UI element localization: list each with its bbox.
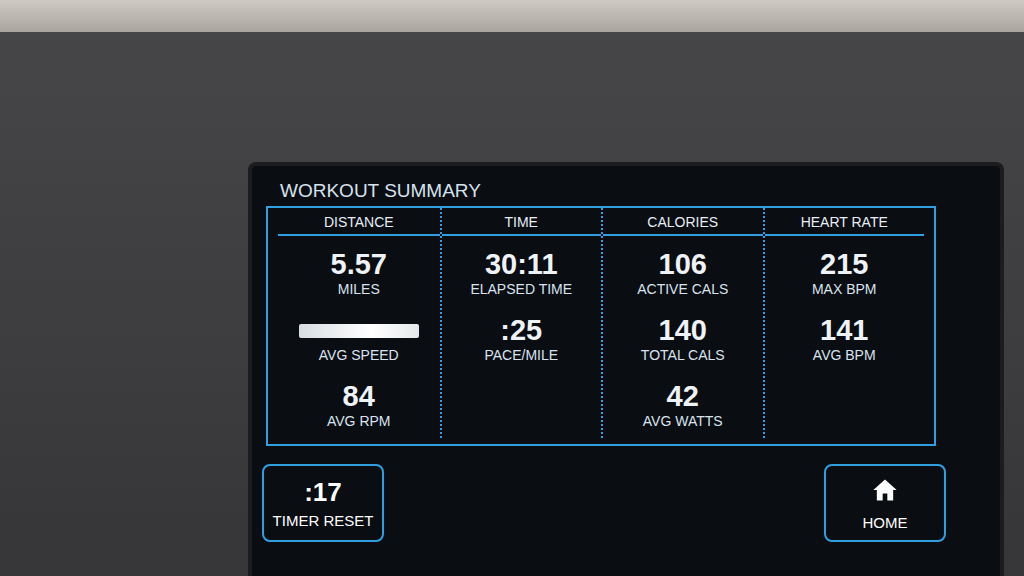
timer-value: :17 <box>304 477 342 508</box>
metric: 84AVG RPM <box>327 372 391 438</box>
button-label: HOME <box>863 514 908 531</box>
metric-label: AVG SPEED <box>319 347 399 363</box>
metric-value: 141 <box>820 315 868 347</box>
summary-column: CALORIES106ACTIVE CALS140TOTAL CALS42AVG… <box>601 208 763 438</box>
metric: 30:11ELAPSED TIME <box>470 240 572 306</box>
metric-label: MAX BPM <box>812 281 877 297</box>
metric-label: AVG WATTS <box>643 413 723 429</box>
column-header: DISTANCE <box>278 208 440 236</box>
metric: 42AVG WATTS <box>643 372 723 438</box>
metric-value: 5.57 <box>331 249 387 281</box>
action-row: :17 TIMER RESET HOME <box>266 464 986 542</box>
summary-column: DISTANCE 5.57MILES AVG SPEED 84AVG RPM <box>278 208 440 438</box>
machine-console: WORKOUT SUMMARY DISTANCE 5.57MILES AVG SPEE… <box>0 0 1024 576</box>
glare <box>299 324 419 338</box>
metric: 141AVG BPM <box>813 306 876 372</box>
timer-reset-button[interactable]: :17 TIMER RESET <box>262 464 384 542</box>
metric-value: 30:11 <box>485 249 558 281</box>
metric-label: AVG RPM <box>327 413 391 429</box>
metric-value: 84 <box>343 381 375 413</box>
metric-label: PACE/MILE <box>484 347 558 363</box>
column-header: HEART RATE <box>765 208 925 236</box>
column-header: TIME <box>442 208 602 236</box>
console-bezel: WORKOUT SUMMARY DISTANCE 5.57MILES AVG SPEE… <box>0 32 1024 576</box>
metric: 5.57MILES <box>331 240 387 306</box>
home-button[interactable]: HOME <box>824 464 946 542</box>
workout-screen: WORKOUT SUMMARY DISTANCE 5.57MILES AVG SPEE… <box>248 162 1004 576</box>
button-label: TIMER RESET <box>273 512 374 529</box>
metric: 140TOTAL CALS <box>641 306 725 372</box>
metric: 215MAX BPM <box>812 240 877 306</box>
metric: 106ACTIVE CALS <box>637 240 728 306</box>
summary-column: TIME30:11ELAPSED TIME:25PACE/MILE <box>440 208 602 438</box>
summary-column: HEART RATE215MAX BPM141AVG BPM <box>763 208 925 438</box>
screen-title: WORKOUT SUMMARY <box>266 180 986 202</box>
column-header: CALORIES <box>603 208 763 236</box>
metric-value: 140 <box>659 315 707 347</box>
metric-label: AVG BPM <box>813 347 876 363</box>
metric-value: 42 <box>667 381 699 413</box>
metric-label: ACTIVE CALS <box>637 281 728 297</box>
house-icon <box>871 476 899 504</box>
metric: :25PACE/MILE <box>484 306 558 372</box>
metric-label: TOTAL CALS <box>641 347 725 363</box>
metric-label: ELAPSED TIME <box>470 281 572 297</box>
background-room <box>0 0 1024 32</box>
summary-table: DISTANCE 5.57MILES AVG SPEED 84AVG RPM TIME 3… <box>266 206 936 446</box>
metric-value: :25 <box>500 315 542 347</box>
metric-value: 215 <box>820 249 868 281</box>
metric-value: 106 <box>659 249 707 281</box>
metric: AVG SPEED <box>299 306 419 372</box>
metric-label: MILES <box>338 281 380 297</box>
